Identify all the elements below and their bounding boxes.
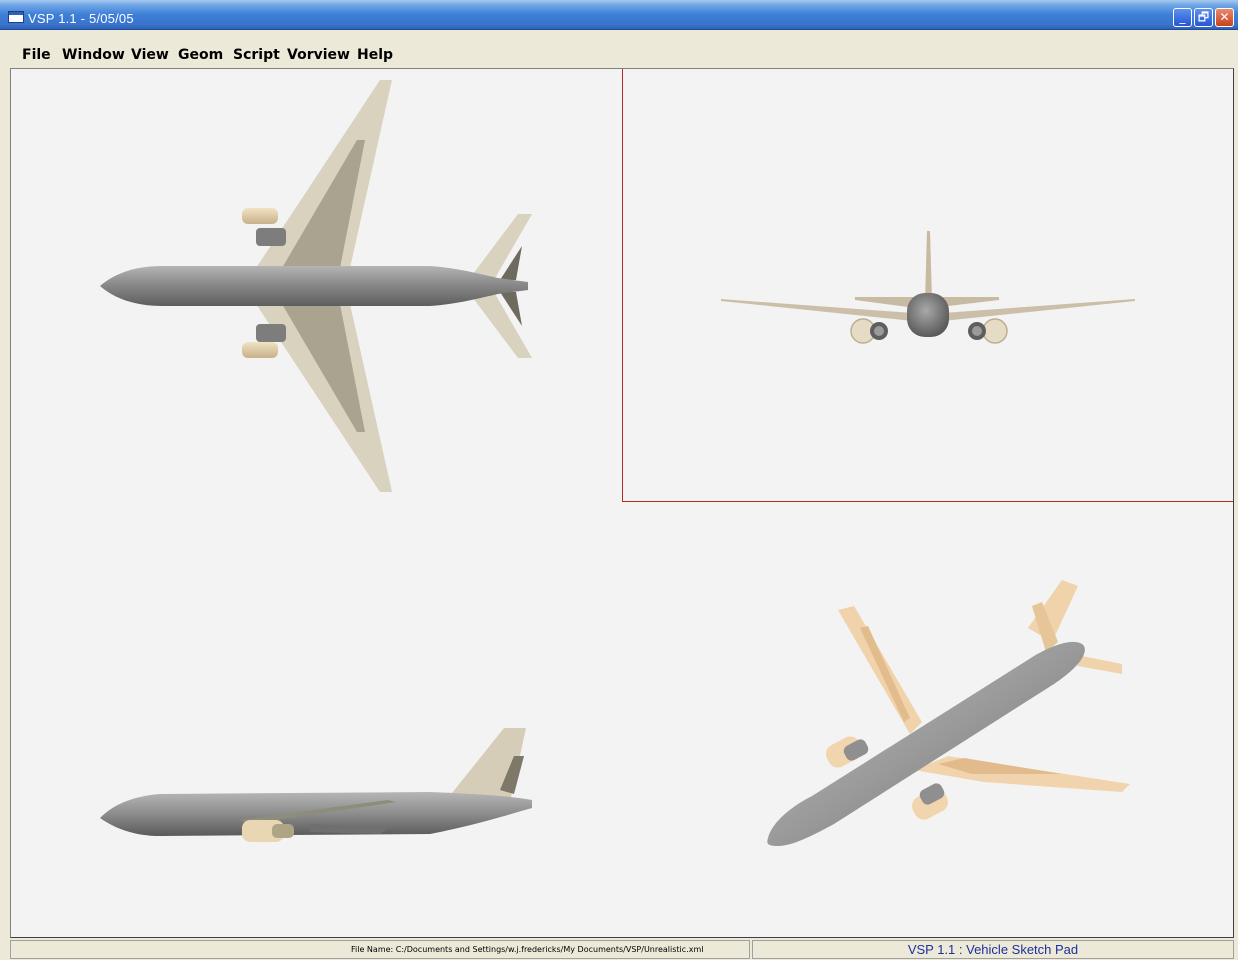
top-view-aircraft <box>100 80 532 492</box>
top-view-viewport[interactable] <box>10 68 623 503</box>
menu-bar: File Window View Geom Script Vorview Hel… <box>0 30 1238 68</box>
close-button[interactable]: ✕ <box>1215 8 1234 27</box>
window-title: VSP 1.1 - 5/05/05 <box>28 11 134 26</box>
menu-help[interactable]: Help <box>357 47 393 63</box>
side-view-viewport[interactable] <box>10 502 623 938</box>
app-window-icon[interactable] <box>8 11 24 23</box>
isometric-view-viewport[interactable] <box>622 502 1234 938</box>
menu-view[interactable]: View <box>131 47 169 63</box>
status-file-panel: File Name: C:/Documents and Settings/w.j… <box>10 940 750 959</box>
restore-icon: 🗗 <box>1197 10 1210 24</box>
menu-window[interactable]: Window <box>62 47 125 63</box>
minimize-button[interactable]: _ <box>1173 8 1192 27</box>
front-view-aircraft <box>721 231 1135 344</box>
status-file-name: File Name: C:/Documents and Settings/w.j… <box>351 945 704 954</box>
menu-geom[interactable]: Geom <box>178 47 223 63</box>
minimize-icon: _ <box>1179 10 1186 24</box>
status-bar: File Name: C:/Documents and Settings/w.j… <box>0 939 1238 960</box>
menu-vorview[interactable]: Vorview <box>287 47 350 63</box>
isometric-view-aircraft <box>767 580 1130 846</box>
side-view-aircraft <box>100 728 532 842</box>
menu-file[interactable]: File <box>22 47 51 63</box>
status-app-name: VSP 1.1 : Vehicle Sketch Pad <box>752 940 1234 959</box>
restore-button[interactable]: 🗗 <box>1194 8 1213 27</box>
title-bar[interactable]: VSP 1.1 - 5/05/05 _ 🗗 ✕ <box>0 0 1238 30</box>
menu-script[interactable]: Script <box>233 47 280 63</box>
viewport-area <box>10 68 1234 938</box>
close-icon: ✕ <box>1219 10 1230 24</box>
front-view-viewport[interactable] <box>622 68 1234 502</box>
